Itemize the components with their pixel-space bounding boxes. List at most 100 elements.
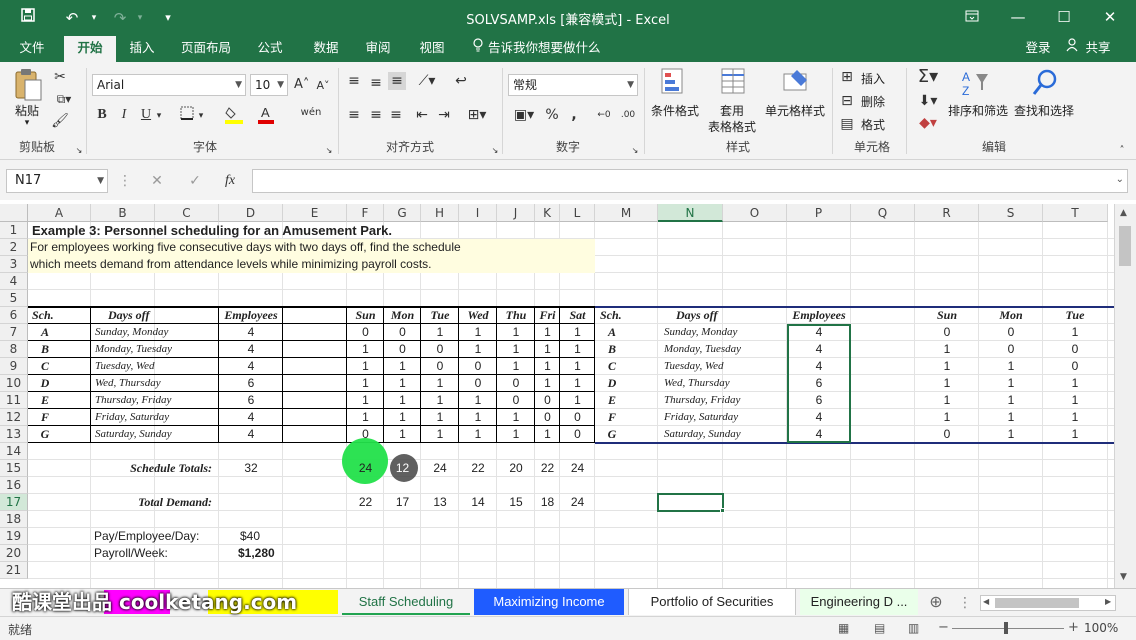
font-size-select[interactable]: 10 ▼ — [250, 74, 288, 96]
login-link[interactable]: 登录 — [1020, 36, 1056, 62]
row-header-14[interactable]: 14 — [0, 443, 28, 460]
insert-function-button[interactable]: fx — [220, 172, 240, 190]
column-header-a[interactable]: A — [28, 204, 91, 222]
fill-color-icon[interactable] — [224, 104, 244, 129]
zoom-level[interactable]: 100% — [1084, 621, 1118, 635]
percent-icon[interactable]: % — [544, 106, 560, 124]
row-header-6[interactable]: 6 — [0, 307, 28, 324]
conditional-format-icon[interactable] — [660, 68, 688, 100]
close-icon[interactable]: ✕ — [1090, 4, 1130, 30]
align-right-icon[interactable]: ≡ — [388, 106, 404, 124]
page-break-view-icon[interactable]: ▥ — [908, 621, 919, 635]
align-left-icon[interactable]: ≡ — [346, 106, 362, 124]
zoom-slider-thumb[interactable] — [1004, 622, 1008, 634]
cancel-icon[interactable]: ✕ — [148, 172, 166, 190]
row-header-10[interactable]: 10 — [0, 375, 28, 392]
sort-filter-icon[interactable]: AZ — [960, 68, 990, 100]
cell-styles-icon[interactable] — [782, 68, 810, 100]
row-header-13[interactable]: 13 — [0, 426, 28, 443]
delete-cells-icon[interactable]: ⊟ — [838, 92, 856, 110]
borders-dropdown-icon[interactable]: ▾ — [196, 107, 206, 125]
row-header-1[interactable]: 1 — [0, 222, 28, 239]
row-header-21[interactable]: 21 — [0, 562, 28, 579]
sheet-tab-portfolio[interactable]: Portfolio of Securities — [628, 589, 796, 615]
italic-button[interactable]: I — [116, 106, 132, 124]
number-format-select[interactable]: 常规 ▼ — [508, 74, 638, 96]
share-button[interactable]: 共享 — [1082, 36, 1114, 62]
font-launcher-icon[interactable]: ↘ — [324, 142, 334, 160]
autosum-icon[interactable]: Σ▾ — [914, 68, 942, 86]
scroll-thumb[interactable] — [1119, 226, 1131, 266]
borders-icon[interactable] — [178, 106, 196, 125]
row-header-5[interactable]: 5 — [0, 290, 28, 307]
tab-view[interactable]: 视图 — [412, 36, 452, 62]
bold-button[interactable]: B — [94, 106, 110, 124]
name-box[interactable]: N17 ▼ — [6, 169, 108, 193]
column-header-j[interactable]: J — [497, 204, 535, 222]
decrease-indent-icon[interactable]: ⇤ — [414, 106, 430, 124]
scroll-up-icon[interactable]: ▲ — [1120, 208, 1127, 218]
select-all-corner[interactable] — [0, 204, 28, 222]
paste-button[interactable]: 粘贴 — [10, 102, 44, 119]
format-as-table-icon[interactable] — [720, 68, 748, 100]
alignment-launcher-icon[interactable]: ↘ — [490, 142, 500, 160]
formula-input[interactable]: ⌄ — [252, 169, 1128, 193]
find-select-button[interactable]: 查找和选择 — [1012, 102, 1076, 119]
phonetic-icon[interactable]: wén — [300, 104, 322, 122]
scroll-down-icon[interactable]: ▼ — [1120, 572, 1127, 582]
shrink-font-icon[interactable]: A˅ — [316, 77, 330, 95]
sort-filter-button[interactable]: 排序和筛选 — [946, 102, 1010, 119]
scroll-right-icon[interactable]: ▶ — [1105, 597, 1111, 606]
column-header-h[interactable]: H — [421, 204, 459, 222]
column-header-b[interactable]: B — [91, 204, 155, 222]
clipboard-launcher-icon[interactable]: ↘ — [74, 142, 84, 160]
collapse-ribbon-icon[interactable]: ˄ — [1116, 142, 1128, 160]
row-header-17[interactable]: 17 — [0, 494, 28, 511]
copy-icon[interactable]: ⧉▾ — [50, 90, 78, 108]
column-header-p[interactable]: P — [787, 204, 851, 222]
align-top-icon[interactable]: ≡ — [346, 72, 362, 90]
paste-dropdown-icon[interactable]: ▾ — [20, 118, 34, 128]
decrease-decimal-icon[interactable]: .00 — [618, 106, 638, 124]
row-header-11[interactable]: 11 — [0, 392, 28, 409]
enter-icon[interactable]: ✓ — [186, 172, 204, 190]
tab-page-layout[interactable]: 页面布局 — [174, 36, 238, 62]
cut-icon[interactable]: ✂ — [50, 68, 70, 86]
zoom-slider[interactable] — [952, 628, 1064, 629]
comma-style-icon[interactable]: , — [568, 106, 580, 124]
tab-file[interactable]: 文件 — [12, 36, 52, 62]
underline-dropdown-icon[interactable]: ▾ — [154, 107, 164, 125]
row-header-3[interactable]: 3 — [0, 256, 28, 273]
row-header-7[interactable]: 7 — [0, 324, 28, 341]
tab-data[interactable]: 数据 — [306, 36, 346, 62]
column-header-c[interactable]: C — [155, 204, 219, 222]
tab-home[interactable]: 开始 — [64, 36, 116, 62]
row-header-2[interactable]: 2 — [0, 239, 28, 256]
tab-review[interactable]: 审阅 — [358, 36, 398, 62]
insert-cells-button[interactable]: 插入 — [858, 70, 888, 87]
row-header-15[interactable]: 15 — [0, 460, 28, 477]
row-header-12[interactable]: 12 — [0, 409, 28, 426]
search-icon[interactable] — [1030, 68, 1060, 100]
column-header-r[interactable]: R — [915, 204, 979, 222]
number-launcher-icon[interactable]: ↘ — [630, 142, 640, 160]
cell-styles-button[interactable]: 单元格样式 — [762, 102, 828, 119]
horizontal-scroll-thumb[interactable] — [995, 598, 1079, 608]
font-color-icon[interactable]: A — [258, 104, 274, 129]
row-header-18[interactable]: 18 — [0, 511, 28, 528]
column-header-n[interactable]: N — [658, 204, 723, 222]
drag-handle-icon[interactable]: ⋮ — [118, 172, 132, 190]
align-center-icon[interactable]: ≡ — [368, 106, 384, 124]
sheet-tab-staff-scheduling[interactable]: Staff Scheduling — [342, 589, 470, 615]
column-header-k[interactable]: K — [535, 204, 560, 222]
format-cells-button[interactable]: 格式 — [858, 116, 888, 133]
row-header-16[interactable]: 16 — [0, 477, 28, 494]
format-as-table-button[interactable]: 表格格式 — [700, 118, 764, 135]
underline-button[interactable]: U — [138, 106, 154, 124]
wrap-text-icon[interactable]: ↩ — [452, 72, 470, 90]
column-header-t[interactable]: T — [1043, 204, 1108, 222]
maximize-icon[interactable]: ☐ — [1044, 4, 1084, 30]
column-header-g[interactable]: G — [384, 204, 421, 222]
row-header-9[interactable]: 9 — [0, 358, 28, 375]
sheet-tab-maximizing-income[interactable]: Maximizing Income — [474, 589, 624, 615]
